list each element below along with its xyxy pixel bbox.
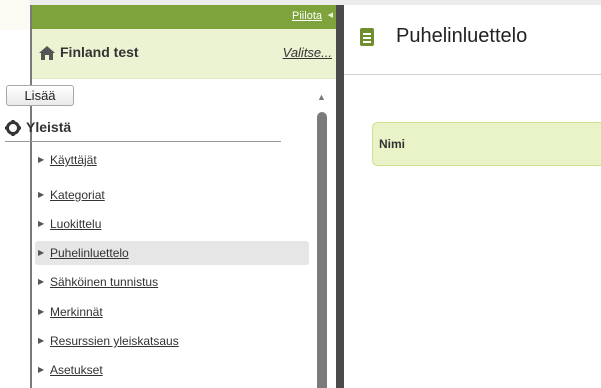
sidebar-item-label[interactable]: Asetukset xyxy=(50,358,103,382)
select-organization-link[interactable]: Valitse... xyxy=(283,45,332,60)
triangle-left-icon[interactable]: ◂ xyxy=(327,8,333,21)
scroll-up-arrow[interactable]: ▲ xyxy=(317,92,326,102)
add-button[interactable]: Lisää xyxy=(6,85,74,106)
sidebar-item-merkinnat[interactable]: ▶ Merkinnät xyxy=(35,300,309,324)
triangle-right-icon: ▶ xyxy=(38,155,45,164)
sidebar-item-label[interactable]: Puhelinluettelo xyxy=(50,241,129,265)
page-title: Puhelinluettelo xyxy=(396,25,528,47)
section-title: Yleistä xyxy=(26,119,72,135)
gear-icon xyxy=(5,120,21,136)
triangle-right-icon: ▶ xyxy=(38,307,45,316)
sidebar-splitter[interactable] xyxy=(336,5,344,388)
sidebar-item-label[interactable]: Kategoriat xyxy=(50,183,105,207)
home-icon xyxy=(39,46,55,60)
sidebar-item-asetukset[interactable]: ▶ Asetukset xyxy=(35,358,309,382)
sidebar-item-luokittelu[interactable]: ▶ Luokittelu xyxy=(35,212,309,236)
sidebar-item-label[interactable]: Merkinnät xyxy=(50,300,103,324)
triangle-right-icon: ▶ xyxy=(38,365,45,374)
sidebar-item-label[interactable]: Käyttäjät xyxy=(50,148,97,172)
triangle-right-icon: ▶ xyxy=(38,336,45,345)
triangle-right-icon: ▶ xyxy=(38,248,45,257)
page-background-corner xyxy=(0,0,30,30)
main-content: Puhelinluettelo Nimi xyxy=(344,5,601,388)
triangle-right-icon: ▶ xyxy=(38,219,45,228)
sidebar-item-resurssien-yleiskatsaus[interactable]: ▶ Resurssien yleiskatsaus xyxy=(35,329,309,353)
triangle-right-icon: ▶ xyxy=(38,277,45,286)
sidebar-item-kayttajat[interactable]: ▶ Käyttäjät xyxy=(35,148,309,172)
sidebar-item-kategoriat[interactable]: ▶ Kategoriat xyxy=(35,183,309,207)
triangle-right-icon: ▶ xyxy=(38,190,45,199)
organization-name: Finland test xyxy=(60,44,139,60)
sidebar-item-sahkoinen-tunnistus[interactable]: ▶ Sähköinen tunnistus xyxy=(35,270,309,294)
sidebar-topbar: Piilota ◂ xyxy=(32,5,336,29)
hide-sidebar-link[interactable]: Piilota xyxy=(292,10,322,22)
document-icon xyxy=(360,28,374,46)
table-header: Nimi xyxy=(372,122,601,166)
sidebar-item-label[interactable]: Resurssien yleiskatsaus xyxy=(50,329,179,353)
sidebar-header: Finland test Valitse... xyxy=(32,29,336,79)
title-divider xyxy=(344,74,601,75)
sidebar-item-label[interactable]: Sähköinen tunnistus xyxy=(50,270,158,294)
column-header-name[interactable]: Nimi xyxy=(379,137,405,151)
sidebar-item-puhelinluettelo[interactable]: ▶ Puhelinluettelo xyxy=(35,241,309,265)
sidebar-item-label[interactable]: Luokittelu xyxy=(50,212,101,236)
section-divider xyxy=(5,141,281,142)
sidebar-scrollbar[interactable] xyxy=(317,112,327,388)
